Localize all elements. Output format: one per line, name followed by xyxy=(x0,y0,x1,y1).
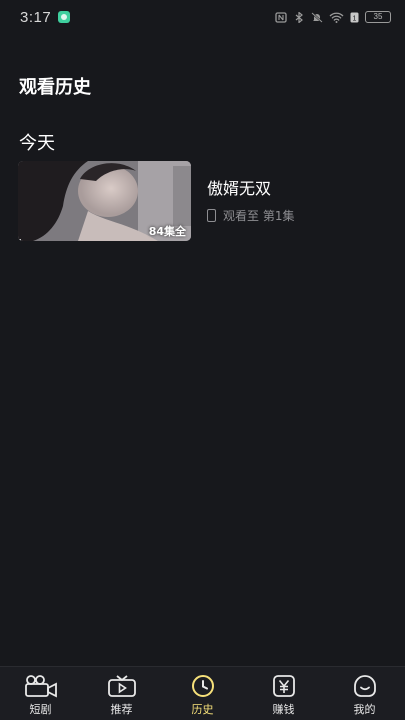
drama-title[interactable]: 傲婿无双 xyxy=(207,175,294,199)
app-notification-icon xyxy=(58,11,71,23)
wifi-icon xyxy=(329,12,344,23)
status-time: 3:17 xyxy=(20,8,52,26)
tab-history[interactable]: 历史 xyxy=(162,673,243,717)
nfc-icon xyxy=(275,11,287,23)
tab-label: 推荐 xyxy=(110,703,133,716)
smile-face-icon xyxy=(348,673,382,699)
bottom-tab-bar: 短剧 推荐 历史 赚钱 我的 xyxy=(0,666,405,720)
mute-icon xyxy=(311,11,323,23)
tab-label: 短剧 xyxy=(29,703,52,716)
item-info: 傲婿无双 观看至 第1集 xyxy=(207,161,294,224)
tab-earn[interactable]: 赚钱 xyxy=(243,673,324,717)
battery-icon: 35 xyxy=(365,11,391,23)
episodes-badge: 84集全 xyxy=(148,225,186,238)
item-subline: 观看至 第1集 xyxy=(207,207,294,224)
phone-icon xyxy=(207,209,216,222)
svg-text:1: 1 xyxy=(353,15,357,22)
status-bar: 3:17 1 35 xyxy=(0,0,405,34)
tab-label: 历史 xyxy=(191,703,214,716)
history-item[interactable]: 84集全 傲婿无双 观看至 第1集 xyxy=(18,161,388,241)
watch-progress-text: 观看至 第1集 xyxy=(223,209,295,223)
tab-recommend[interactable]: 推荐 xyxy=(81,673,162,717)
film-camera-icon xyxy=(24,673,58,699)
tab-label: 我的 xyxy=(353,703,376,716)
sim-icon: 1 xyxy=(350,12,359,22)
tv-play-icon xyxy=(105,673,139,699)
section-label-today: 今天 xyxy=(19,133,55,154)
clock-icon xyxy=(186,673,220,699)
yen-icon xyxy=(267,673,301,699)
watch-progress-bar xyxy=(18,239,22,241)
page-title: 观看历史 xyxy=(19,77,91,98)
bluetooth-icon xyxy=(295,11,303,23)
status-right: 1 35 xyxy=(275,11,391,23)
status-left: 3:17 xyxy=(20,8,71,26)
video-thumbnail[interactable]: 84集全 xyxy=(18,161,191,241)
tab-shortdrama[interactable]: 短剧 xyxy=(0,673,81,717)
tab-mine[interactable]: 我的 xyxy=(324,673,405,717)
tab-label: 赚钱 xyxy=(272,703,295,716)
